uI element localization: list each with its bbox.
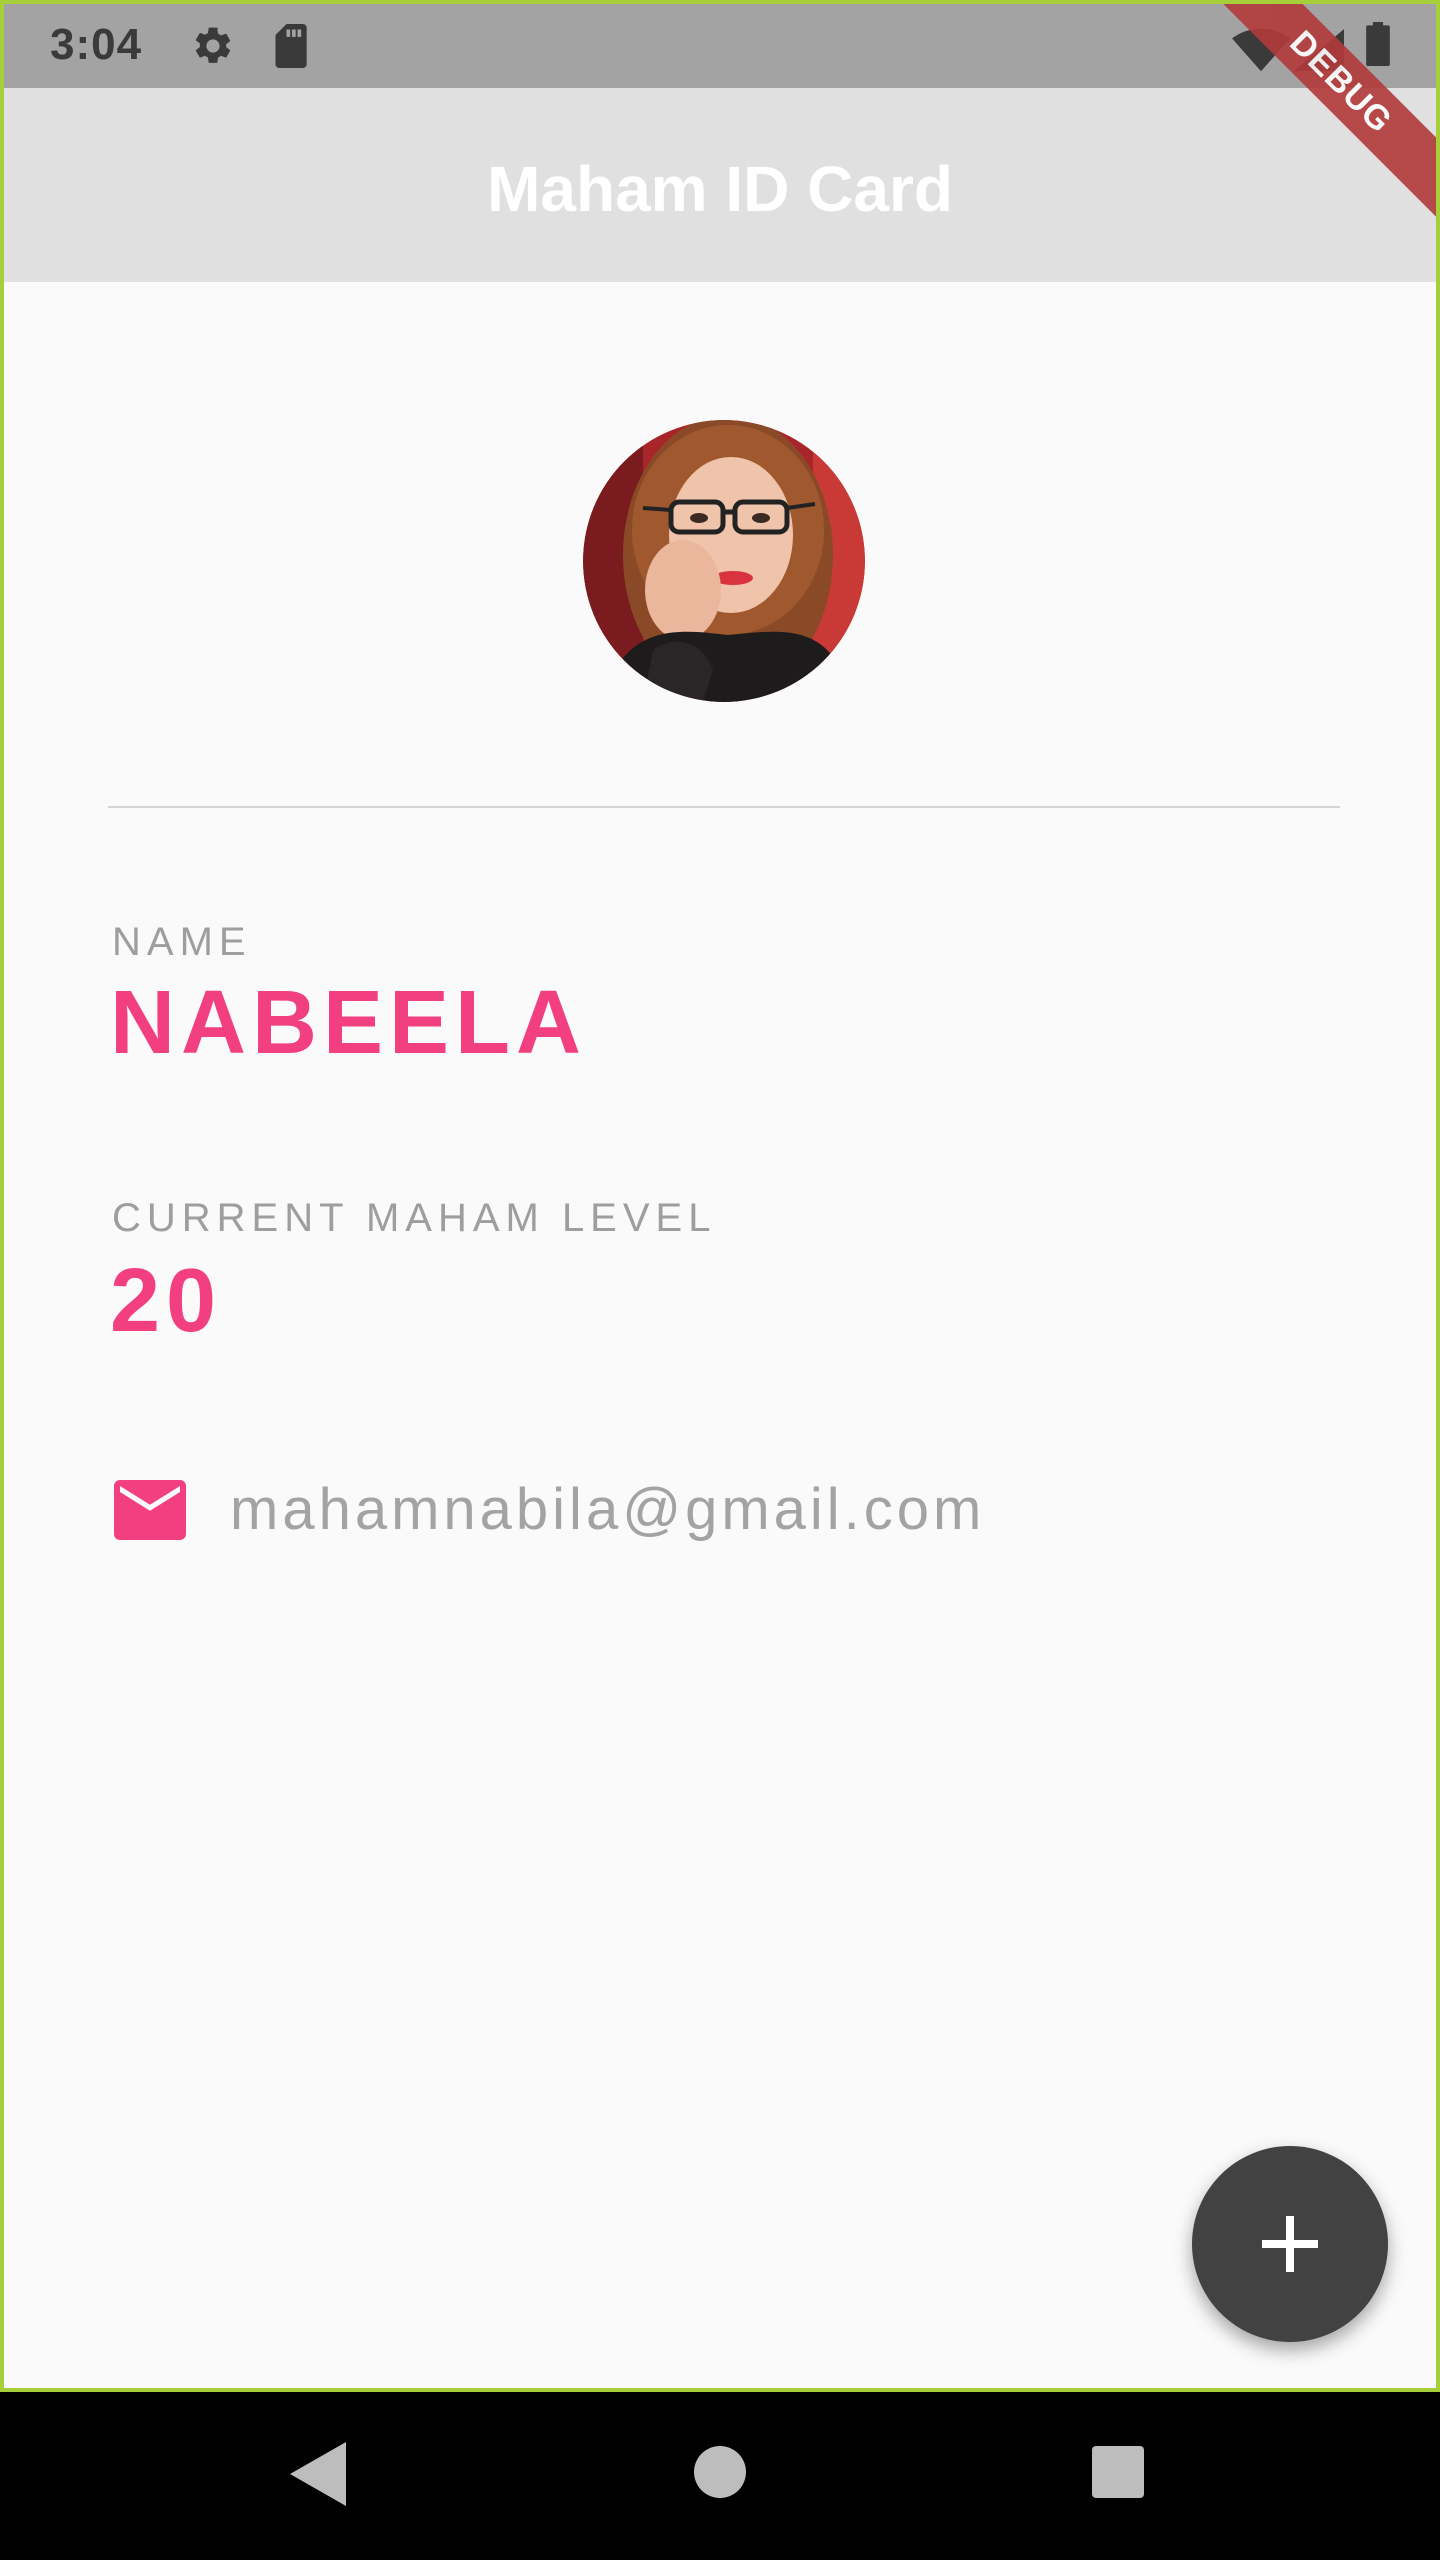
plus-icon bbox=[1262, 2216, 1318, 2272]
home-icon[interactable] bbox=[692, 2444, 748, 2500]
avatar bbox=[583, 420, 865, 702]
app-bar: Maham ID Card bbox=[4, 88, 1436, 282]
sd-card-icon bbox=[275, 24, 307, 68]
level-value: 20 bbox=[110, 1251, 223, 1351]
settings-gear-icon bbox=[195, 27, 231, 63]
add-fab-button[interactable] bbox=[1192, 2146, 1388, 2342]
level-label: CURRENT MAHAM LEVEL bbox=[112, 1196, 717, 1240]
divider bbox=[108, 806, 1340, 808]
app-title: Maham ID Card bbox=[487, 153, 953, 225]
recents-icon[interactable] bbox=[1090, 2444, 1146, 2500]
device-screen: 3:04 Maham ID Card DEBUG NAME NABEELA CU… bbox=[0, 0, 1440, 2560]
avatar-photo bbox=[583, 420, 865, 702]
app-frame: 3:04 Maham ID Card DEBUG NAME NABEELA CU… bbox=[0, 0, 1440, 2392]
navigation-bar bbox=[0, 2392, 1440, 2560]
status-time: 3:04 bbox=[50, 20, 143, 69]
status-bar: 3:04 bbox=[4, 4, 1436, 88]
email-address: mahamnabila@gmail.com bbox=[230, 1477, 986, 1542]
battery-icon bbox=[1366, 22, 1390, 66]
email-icon bbox=[114, 1480, 186, 1540]
back-icon[interactable] bbox=[290, 2442, 346, 2506]
name-label: NAME bbox=[112, 920, 252, 964]
name-value: NABEELA bbox=[110, 973, 588, 1073]
